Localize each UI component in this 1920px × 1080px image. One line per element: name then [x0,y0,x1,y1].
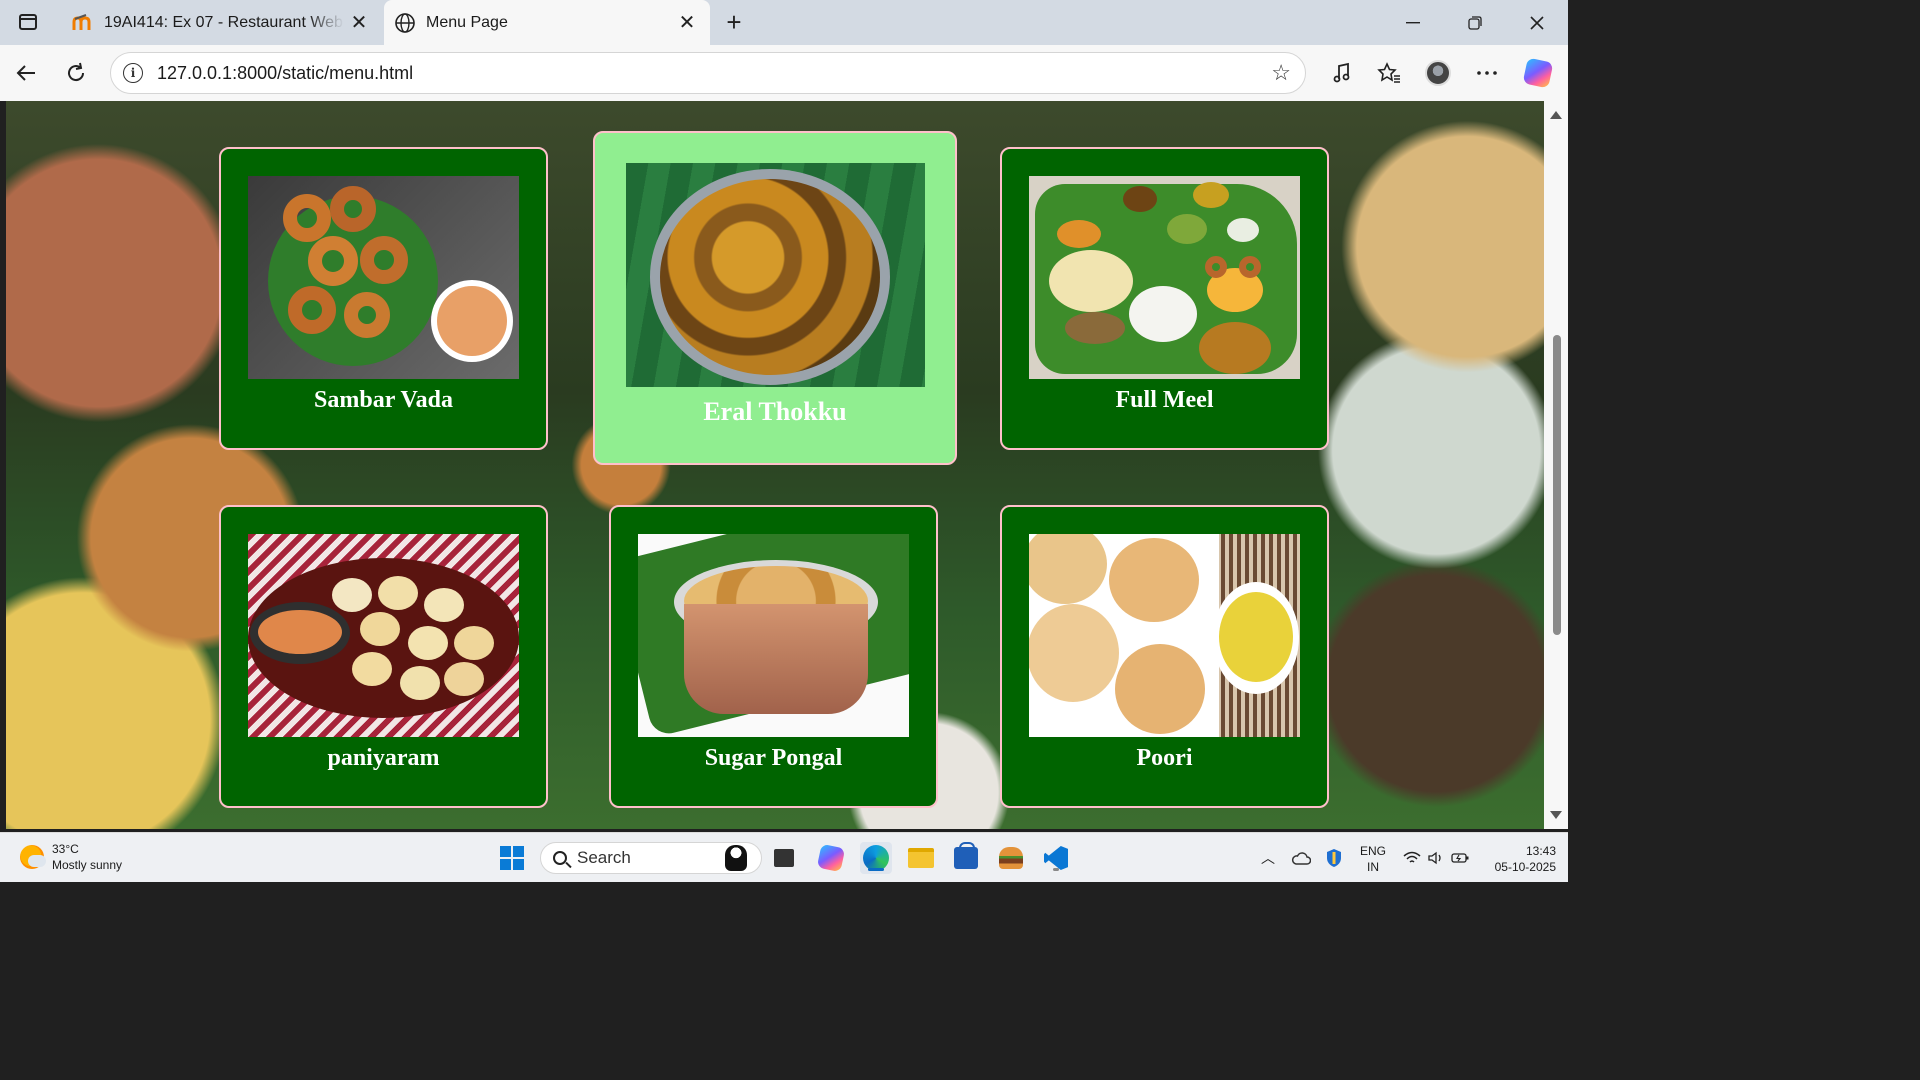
vscode-icon[interactable] [1040,842,1072,874]
url-text[interactable]: 127.0.0.1:8000/static/menu.html [157,63,1271,84]
region-code: IN [1367,860,1379,874]
media-control-icon[interactable] [1326,57,1358,89]
page-viewport: Sambar Vada Eral Thokku Full Meel paniya… [6,101,1544,829]
weather-widget[interactable]: 33°C Mostly sunny [20,841,122,873]
restore-button[interactable] [1444,0,1506,45]
menu-item-name: Sambar Vada [314,387,453,413]
new-tab-button[interactable]: + [718,6,750,38]
copilot-icon[interactable] [1522,57,1554,89]
weather-temp: 33°C [52,842,79,856]
menu-card-sugar-pongal[interactable]: Sugar Pongal [609,505,938,808]
onedrive-cloud-icon[interactable] [1285,842,1317,874]
edge-app-icon[interactable] [860,842,892,874]
tab-strip: 19AI414: Ex 07 - Restaurant Webs ✕ Menu … [0,0,1568,45]
menu-card-sambar-vada[interactable]: Sambar Vada [219,147,548,450]
scroll-down-icon[interactable] [1550,811,1562,819]
page-scrollbar[interactable] [1544,101,1568,829]
start-button[interactable] [496,842,528,874]
scroll-up-icon[interactable] [1550,111,1562,119]
menu-card-eral-thokku[interactable]: Eral Thokku [593,131,957,465]
windows-taskbar: 33°C Mostly sunny Search ︿ ENG IN 13:43 … [0,832,1568,882]
tab-menu-page[interactable]: Menu Page ✕ [384,0,710,45]
battery-icon[interactable] [1444,842,1476,874]
sunny-weather-icon [20,845,46,869]
clock[interactable]: 13:43 05-10-2025 [1478,843,1556,875]
sugar-pongal-image [638,534,909,737]
favorites-icon[interactable] [1373,57,1405,89]
tab-title: Menu Page [426,13,508,31]
show-hidden-icons-chevron-icon[interactable]: ︿ [1252,842,1284,874]
menu-item-name: Sugar Pongal [704,745,843,771]
taskbar-search[interactable]: Search [540,842,762,874]
tab-close-icon[interactable]: ✕ [672,8,702,38]
menu-card-full-meel[interactable]: Full Meel [1000,147,1329,450]
language-code: ENG [1359,844,1386,858]
search-placeholder: Search [577,848,631,867]
tab-close-icon[interactable]: ✕ [344,8,374,38]
task-view-icon[interactable] [768,842,800,874]
url-bar[interactable]: i 127.0.0.1:8000/static/menu.html ☆ [110,52,1306,94]
search-icon [553,851,567,865]
search-highlight-icon [725,845,747,871]
favorite-star-icon[interactable]: ☆ [1271,60,1291,86]
sambar-vada-image [248,176,519,379]
tab-actions-menu-icon[interactable] [8,6,48,38]
menu-item-name: paniyaram [327,745,440,771]
close-window-button[interactable] [1506,0,1568,45]
menu-item-name: Eral Thokku [703,397,847,426]
paniyaram-image [248,534,519,737]
back-button[interactable] [10,57,42,89]
language-indicator[interactable]: ENG IN [1356,843,1390,875]
windows-logo-icon [500,846,524,870]
menu-card-paniyaram[interactable]: paniyaram [219,505,548,808]
microsoft-store-icon[interactable] [950,842,982,874]
weather-desc: Mostly sunny [52,858,123,872]
full-meel-image [1029,176,1300,379]
refresh-button[interactable] [60,57,92,89]
clock-time: 13:43 [1525,844,1556,858]
security-shield-icon[interactable] [1318,842,1350,874]
menu-card-poori[interactable]: Poori [1000,505,1329,808]
copilot-app-icon[interactable] [815,842,847,874]
tab-title: 19AI414: Ex 07 - Restaurant Webs [104,13,344,31]
eral-thokku-image [625,163,925,387]
poori-image [1029,534,1300,737]
file-explorer-icon[interactable] [905,842,937,874]
globe-icon [394,12,416,34]
tab-restaurant-website[interactable]: 19AI414: Ex 07 - Restaurant Webs ✕ [62,0,382,45]
clock-date: 05-10-2025 [1494,860,1556,874]
minimize-button[interactable] [1382,0,1444,45]
moodle-icon [72,12,94,34]
food-app-icon[interactable] [995,842,1027,874]
menu-item-name: Poori [1136,745,1193,771]
menu-item-name: Full Meel [1115,387,1214,413]
site-info-icon[interactable]: i [123,63,143,83]
scrollbar-thumb[interactable] [1553,335,1561,635]
address-bar-row: i 127.0.0.1:8000/static/menu.html ☆ [0,45,1568,101]
profile-avatar-icon[interactable] [1422,57,1454,89]
more-options-icon[interactable] [1471,57,1503,89]
